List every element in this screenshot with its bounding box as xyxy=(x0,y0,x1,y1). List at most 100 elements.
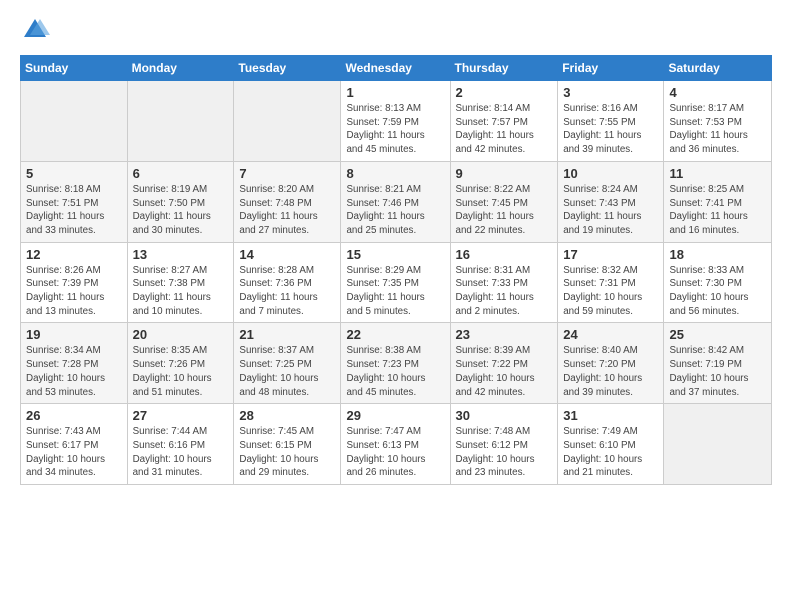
day-info: Sunrise: 8:42 AM Sunset: 7:19 PM Dayligh… xyxy=(669,344,766,399)
day-info: Sunrise: 7:44 AM Sunset: 6:16 PM Dayligh… xyxy=(133,425,229,480)
col-header-wednesday: Wednesday xyxy=(341,56,450,81)
calendar-cell: 7Sunrise: 8:20 AM Sunset: 7:48 PM Daylig… xyxy=(234,161,341,242)
day-number: 10 xyxy=(563,166,658,181)
calendar-cell: 20 Sunrise: 8:35 AM Sunset: 7:26 PM Dayli… xyxy=(127,323,234,404)
col-header-saturday: Saturday xyxy=(664,56,772,81)
calendar-cell xyxy=(664,404,772,485)
calendar-cell: 18Sunrise: 8:33 AM Sunset: 7:30 PM Dayli… xyxy=(664,242,772,323)
calendar-cell: 11Sunrise: 8:25 AM Sunset: 7:41 PM Dayli… xyxy=(664,161,772,242)
page: SundayMondayTuesdayWednesdayThursdayFrid… xyxy=(0,0,792,612)
day-number: 14 xyxy=(239,247,335,262)
day-number: 9 xyxy=(456,166,553,181)
day-info: Sunrise: 8:34 AM Sunset: 7:28 PM Dayligh… xyxy=(26,344,122,399)
day-number: 12 xyxy=(26,247,122,262)
day-info: Sunrise: 7:45 AM Sunset: 6:15 PM Dayligh… xyxy=(239,425,335,480)
calendar-table: SundayMondayTuesdayWednesdayThursdayFrid… xyxy=(20,55,772,485)
day-number: 3 xyxy=(563,85,658,100)
day-number: 6 xyxy=(133,166,229,181)
day-info: Sunrise: 7:47 AM Sunset: 6:13 PM Dayligh… xyxy=(346,425,444,480)
day-info: Sunrise: 8:27 AM Sunset: 7:38 PM Dayligh… xyxy=(133,264,229,319)
logo xyxy=(20,15,54,45)
calendar-cell xyxy=(127,81,234,162)
calendar-cell: 22 Sunrise: 8:38 AM Sunset: 7:23 PM Dayli… xyxy=(341,323,450,404)
day-info: Sunrise: 8:17 AM Sunset: 7:53 PM Dayligh… xyxy=(669,102,766,157)
day-number: 23 xyxy=(456,327,553,342)
day-info: Sunrise: 8:25 AM Sunset: 7:41 PM Dayligh… xyxy=(669,183,766,238)
calendar-cell xyxy=(21,81,128,162)
day-info: Sunrise: 8:33 AM Sunset: 7:30 PM Dayligh… xyxy=(669,264,766,319)
calendar-cell: 5 Sunrise: 8:18 AM Sunset: 7:51 PM Daylig… xyxy=(21,161,128,242)
calendar-cell: 29Sunrise: 7:47 AM Sunset: 6:13 PM Dayli… xyxy=(341,404,450,485)
day-info: Sunrise: 8:32 AM Sunset: 7:31 PM Dayligh… xyxy=(563,264,658,319)
day-info: Sunrise: 8:39 AM Sunset: 7:22 PM Dayligh… xyxy=(456,344,553,399)
day-info: Sunrise: 7:48 AM Sunset: 6:12 PM Dayligh… xyxy=(456,425,553,480)
day-number: 30 xyxy=(456,408,553,423)
day-info: Sunrise: 8:35 AM Sunset: 7:26 PM Dayligh… xyxy=(133,344,229,399)
day-info: Sunrise: 7:43 AM Sunset: 6:17 PM Dayligh… xyxy=(26,425,122,480)
calendar-cell: 13Sunrise: 8:27 AM Sunset: 7:38 PM Dayli… xyxy=(127,242,234,323)
day-info: Sunrise: 8:37 AM Sunset: 7:25 PM Dayligh… xyxy=(239,344,335,399)
day-info: Sunrise: 8:29 AM Sunset: 7:35 PM Dayligh… xyxy=(346,264,444,319)
day-info: Sunrise: 8:31 AM Sunset: 7:33 PM Dayligh… xyxy=(456,264,553,319)
calendar-cell: 24 Sunrise: 8:40 AM Sunset: 7:20 PM Dayli… xyxy=(558,323,664,404)
day-number: 17 xyxy=(563,247,658,262)
calendar-cell: 4Sunrise: 8:17 AM Sunset: 7:53 PM Daylig… xyxy=(664,81,772,162)
col-header-sunday: Sunday xyxy=(21,56,128,81)
day-info: Sunrise: 8:19 AM Sunset: 7:50 PM Dayligh… xyxy=(133,183,229,238)
col-header-friday: Friday xyxy=(558,56,664,81)
day-number: 15 xyxy=(346,247,444,262)
day-number: 26 xyxy=(26,408,122,423)
day-info: Sunrise: 8:26 AM Sunset: 7:39 PM Dayligh… xyxy=(26,264,122,319)
col-header-tuesday: Tuesday xyxy=(234,56,341,81)
col-header-monday: Monday xyxy=(127,56,234,81)
day-info: Sunrise: 8:40 AM Sunset: 7:20 PM Dayligh… xyxy=(563,344,658,399)
week-row-2: 12 Sunrise: 8:26 AM Sunset: 7:39 PM Dayli… xyxy=(21,242,772,323)
day-number: 20 xyxy=(133,327,229,342)
day-number: 5 xyxy=(26,166,122,181)
day-number: 1 xyxy=(346,85,444,100)
day-info: Sunrise: 8:13 AM Sunset: 7:59 PM Dayligh… xyxy=(346,102,444,157)
calendar-cell: 15 Sunrise: 8:29 AM Sunset: 7:35 PM Dayli… xyxy=(341,242,450,323)
calendar-cell: 17 Sunrise: 8:32 AM Sunset: 7:31 PM Dayli… xyxy=(558,242,664,323)
calendar-cell: 14 Sunrise: 8:28 AM Sunset: 7:36 PM Dayli… xyxy=(234,242,341,323)
calendar-cell: 19 Sunrise: 8:34 AM Sunset: 7:28 PM Dayli… xyxy=(21,323,128,404)
logo-icon xyxy=(20,15,50,45)
day-number: 22 xyxy=(346,327,444,342)
calendar-cell: 31 Sunrise: 7:49 AM Sunset: 6:10 PM Dayli… xyxy=(558,404,664,485)
day-number: 24 xyxy=(563,327,658,342)
calendar-cell: 25 Sunrise: 8:42 AM Sunset: 7:19 PM Dayli… xyxy=(664,323,772,404)
header xyxy=(20,15,772,45)
calendar-cell xyxy=(234,81,341,162)
calendar-cell: 26 Sunrise: 7:43 AM Sunset: 6:17 PM Dayli… xyxy=(21,404,128,485)
day-number: 2 xyxy=(456,85,553,100)
calendar-cell: 1 Sunrise: 8:13 AM Sunset: 7:59 PM Daylig… xyxy=(341,81,450,162)
day-number: 7 xyxy=(239,166,335,181)
day-info: Sunrise: 7:49 AM Sunset: 6:10 PM Dayligh… xyxy=(563,425,658,480)
calendar-cell: 9Sunrise: 8:22 AM Sunset: 7:45 PM Daylig… xyxy=(450,161,558,242)
day-number: 21 xyxy=(239,327,335,342)
day-number: 25 xyxy=(669,327,766,342)
day-number: 19 xyxy=(26,327,122,342)
day-number: 31 xyxy=(563,408,658,423)
calendar-cell: 30 Sunrise: 7:48 AM Sunset: 6:12 PM Dayli… xyxy=(450,404,558,485)
day-info: Sunrise: 8:38 AM Sunset: 7:23 PM Dayligh… xyxy=(346,344,444,399)
day-number: 8 xyxy=(346,166,444,181)
calendar-cell: 23 Sunrise: 8:39 AM Sunset: 7:22 PM Dayli… xyxy=(450,323,558,404)
calendar-cell: 2Sunrise: 8:14 AM Sunset: 7:57 PM Daylig… xyxy=(450,81,558,162)
calendar-cell: 21 Sunrise: 8:37 AM Sunset: 7:25 PM Dayli… xyxy=(234,323,341,404)
day-info: Sunrise: 8:28 AM Sunset: 7:36 PM Dayligh… xyxy=(239,264,335,319)
calendar-cell: 12 Sunrise: 8:26 AM Sunset: 7:39 PM Dayli… xyxy=(21,242,128,323)
calendar-cell: 6 Sunrise: 8:19 AM Sunset: 7:50 PM Daylig… xyxy=(127,161,234,242)
calendar-cell: 10 Sunrise: 8:24 AM Sunset: 7:43 PM Dayli… xyxy=(558,161,664,242)
day-number: 16 xyxy=(456,247,553,262)
day-number: 27 xyxy=(133,408,229,423)
day-number: 28 xyxy=(239,408,335,423)
day-info: Sunrise: 8:18 AM Sunset: 7:51 PM Dayligh… xyxy=(26,183,122,238)
calendar-cell: 16 Sunrise: 8:31 AM Sunset: 7:33 PM Dayli… xyxy=(450,242,558,323)
calendar-cell: 3Sunrise: 8:16 AM Sunset: 7:55 PM Daylig… xyxy=(558,81,664,162)
calendar-cell: 27 Sunrise: 7:44 AM Sunset: 6:16 PM Dayli… xyxy=(127,404,234,485)
week-row-3: 19 Sunrise: 8:34 AM Sunset: 7:28 PM Dayli… xyxy=(21,323,772,404)
calendar-cell: 8Sunrise: 8:21 AM Sunset: 7:46 PM Daylig… xyxy=(341,161,450,242)
week-row-4: 26 Sunrise: 7:43 AM Sunset: 6:17 PM Dayli… xyxy=(21,404,772,485)
day-info: Sunrise: 8:24 AM Sunset: 7:43 PM Dayligh… xyxy=(563,183,658,238)
